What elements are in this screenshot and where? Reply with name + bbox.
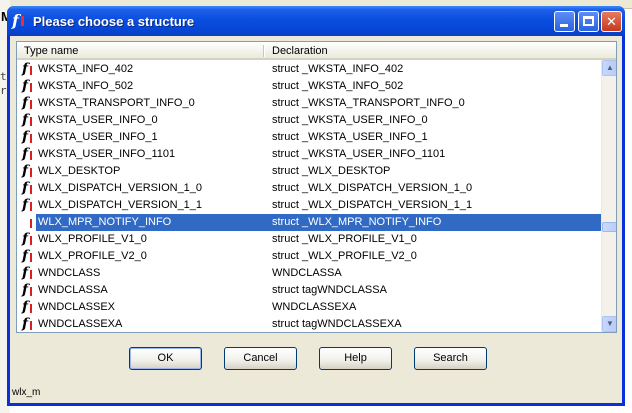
list-item[interactable]: f WKSTA_INFO_502 struct _WKSTA_INFO_502 [17,78,601,95]
structure-type-icon: f [22,300,36,315]
list-item[interactable]: f WLX_DISPATCH_VERSION_1_0 struct _WLX_DIS… [17,180,601,197]
list-item[interactable]: f WKSTA_USER_INFO_0 struct _WKSTA_USER_INF… [17,112,601,129]
declaration-cell: WNDCLASSEXA [272,301,357,313]
maximize-icon [583,16,594,26]
declaration-cell: struct _WLX_MPR_NOTIFY_INFO [272,216,442,228]
vertical-scrollbar[interactable]: ▲ ▼ [601,60,616,332]
declaration-cell: struct _WKSTA_USER_INFO_0 [272,114,428,126]
declaration-cell: struct _WLX_PROFILE_V1_0 [272,233,417,245]
ok-button[interactable]: OK [129,347,202,370]
type-name-cell: WKSTA_INFO_402 [38,63,134,75]
type-name-cell: WNDCLASSEX [38,301,116,313]
type-name-cell: WLX_MPR_NOTIFY_INFO [38,216,172,228]
type-name-cell: WLX_DESKTOP [38,165,121,177]
structure-type-icon: f [22,96,36,111]
list-item[interactable]: f WNDCLASSA struct tagWNDCLASSA [17,282,601,299]
cancel-button[interactable]: Cancel [224,347,297,370]
declaration-cell: struct tagWNDCLASSA [272,284,387,296]
list-item[interactable]: f WLX_DISPATCH_VERSION_1_1 struct _WLX_DIS… [17,197,601,214]
column-resize-handle[interactable] [263,45,264,57]
scroll-thumb[interactable] [602,222,616,232]
declaration-cell: struct _WLX_DISPATCH_VERSION_1_0 [272,182,473,194]
declaration-cell: WNDCLASSA [272,267,342,279]
structure-type-icon: f [22,215,36,230]
structure-type-icon: f [22,181,36,196]
type-name-cell: WKSTA_USER_INFO_0 [38,114,158,126]
status-text: wlx_m [12,387,41,398]
status-bar: wlx_m [10,382,622,403]
choose-structure-dialog: f Please choose a structure ✕ Type name … [7,6,625,406]
dialog-client-area: Type name Declaration f WKSTA_INFO_402 str… [10,36,622,403]
close-button[interactable]: ✕ [601,11,622,32]
structure-list[interactable]: Type name Declaration f WKSTA_INFO_402 str… [16,41,617,333]
structure-type-icon: f [22,62,36,77]
scroll-down-button[interactable]: ▼ [602,316,616,332]
type-name-cell: WLX_DISPATCH_VERSION_1_0 [38,182,203,194]
minimize-icon [560,24,568,27]
dialog-titlebar[interactable]: f Please choose a structure ✕ [7,6,625,36]
structure-type-icon: f [22,232,36,247]
chevron-down-icon: ▼ [606,319,614,328]
fi-logo-icon: f [12,12,30,30]
list-item[interactable]: f WKSTA_USER_INFO_1 struct _WKSTA_USER_INF… [17,129,601,146]
list-item[interactable]: f WLX_DESKTOP struct _WLX_DESKTOP [17,163,601,180]
list-item[interactable]: f WLX_MPR_NOTIFY_INFO struct _WLX_MPR_NOTI… [17,214,603,231]
declaration-cell: struct _WLX_PROFILE_V2_0 [272,250,417,262]
help-button[interactable]: Help [319,347,392,370]
type-name-cell: WKSTA_INFO_502 [38,80,134,92]
structure-type-icon: f [22,164,36,179]
list-item[interactable]: f WLX_PROFILE_V2_0 struct _WLX_PROFILE_V2_… [17,248,601,265]
column-header-declaration[interactable]: Declaration [272,45,328,57]
type-name-cell: WNDCLASSEXA [38,318,123,330]
structure-type-icon: f [22,266,36,281]
declaration-cell: struct _WKSTA_USER_INFO_1101 [272,148,446,160]
declaration-cell: struct _WKSTA_INFO_402 [272,63,404,75]
close-icon: ✕ [606,14,617,29]
structure-type-icon: f [22,147,36,162]
type-name-cell: WNDCLASS [38,267,101,279]
structure-type-icon: f [22,283,36,298]
type-name-cell: WLX_DISPATCH_VERSION_1_1 [38,199,203,211]
declaration-cell: struct tagWNDCLASSEXA [272,318,402,330]
type-name-cell: WKSTA_USER_INFO_1101 [38,148,176,160]
structure-type-icon: f [22,249,36,264]
column-header-type-name[interactable]: Type name [24,45,78,57]
type-name-cell: WNDCLASSA [38,284,108,296]
declaration-cell: struct _WKSTA_USER_INFO_1 [272,131,428,143]
declaration-cell: struct _WLX_DESKTOP [272,165,391,177]
chevron-up-icon: ▲ [606,63,614,72]
structure-type-icon: f [22,79,36,94]
minimize-button[interactable] [554,11,575,32]
list-item[interactable]: f WNDCLASS WNDCLASSA [17,265,601,282]
structure-type-icon: f [22,130,36,145]
background-code-fragment: r [0,84,7,97]
type-name-cell: WKSTA_TRANSPORT_INFO_0 [38,97,195,109]
structure-type-icon: f [22,198,36,213]
maximize-button[interactable] [578,11,599,32]
declaration-cell: struct _WKSTA_INFO_502 [272,80,404,92]
list-item[interactable]: f WLX_PROFILE_V1_0 struct _WLX_PROFILE_V1_… [17,231,601,248]
dialog-title: Please choose a structure [33,14,195,29]
type-name-cell: WLX_PROFILE_V1_0 [38,233,147,245]
list-item[interactable]: f WNDCLASSEX WNDCLASSEXA [17,299,601,316]
search-button[interactable]: Search [414,347,487,370]
declaration-cell: struct _WKSTA_TRANSPORT_INFO_0 [272,97,465,109]
background-code-fragment: t [0,70,7,83]
structure-type-icon: f [22,317,36,332]
declaration-cell: struct _WLX_DISPATCH_VERSION_1_1 [272,199,473,211]
list-item[interactable]: f WNDCLASSEXA struct tagWNDCLASSEXA [17,316,601,332]
list-header: Type name Declaration [17,42,616,60]
type-name-cell: WLX_PROFILE_V2_0 [38,250,147,262]
list-item[interactable]: f WKSTA_TRANSPORT_INFO_0 struct _WKSTA_TRA… [17,95,601,112]
list-rows: f WKSTA_INFO_402 struct _WKSTA_INFO_402 f WK… [17,61,603,332]
structure-type-icon: f [22,113,36,128]
list-item[interactable]: f WKSTA_INFO_402 struct _WKSTA_INFO_402 [17,61,601,78]
scroll-up-button[interactable]: ▲ [602,60,616,76]
list-item[interactable]: f WKSTA_USER_INFO_1101 struct _WKSTA_USER_… [17,146,601,163]
type-name-cell: WKSTA_USER_INFO_1 [38,131,158,143]
